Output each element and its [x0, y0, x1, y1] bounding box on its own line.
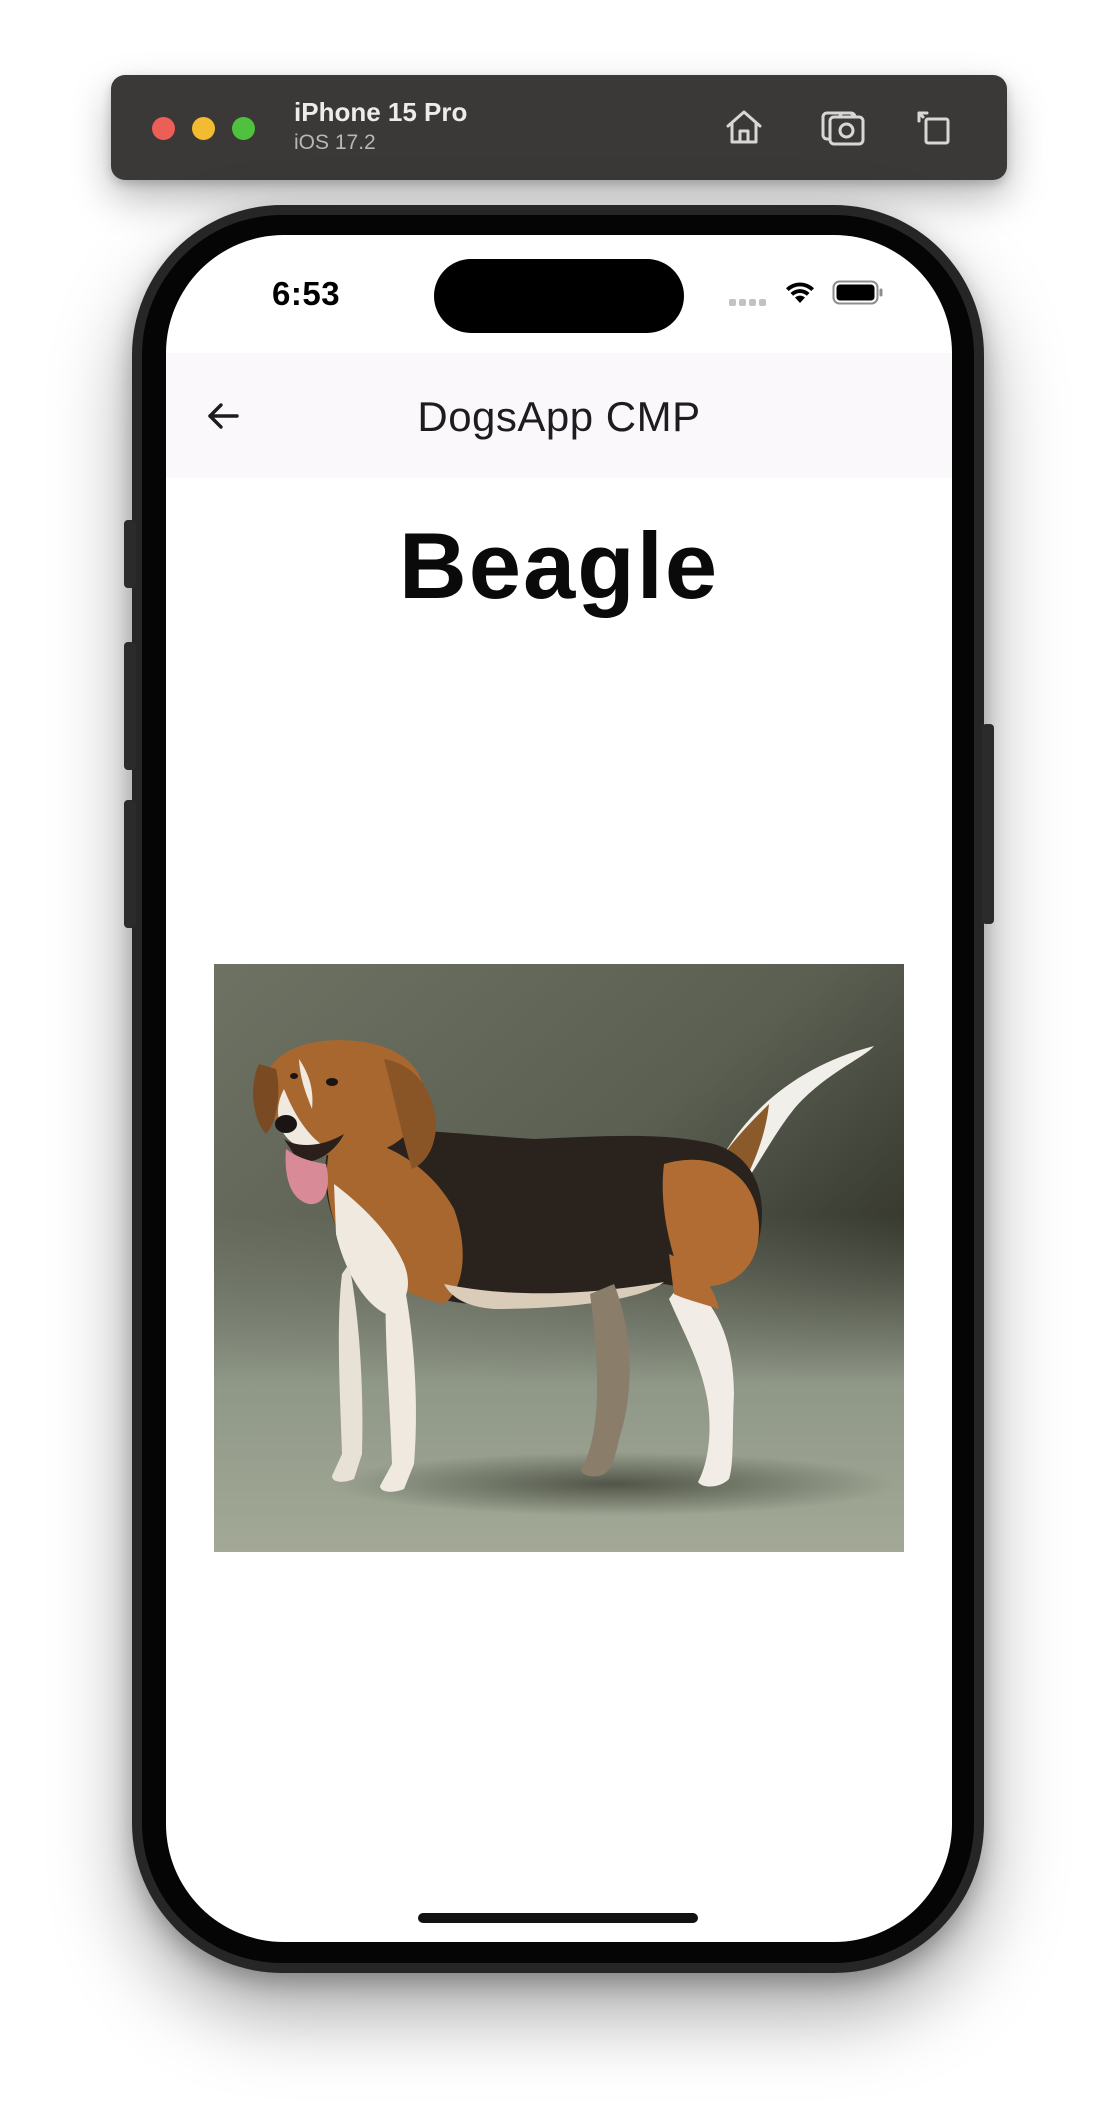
screenshot-icon[interactable]	[819, 103, 867, 151]
home-indicator[interactable]	[418, 1913, 698, 1923]
close-window-button[interactable]	[152, 117, 175, 140]
status-time: 6:53	[272, 275, 341, 312]
dog-photo	[214, 964, 904, 1552]
simulator-toolbar: iPhone 15 Pro iOS 17.2	[111, 75, 1007, 180]
dynamic-island	[434, 259, 684, 333]
device-name: iPhone 15 Pro	[294, 97, 468, 127]
action-button	[124, 520, 136, 588]
cellular-signal-icon	[729, 299, 769, 307]
device-screen: 6:53 DogsApp CMP Beagle	[166, 235, 952, 1942]
power-button	[982, 724, 994, 924]
wifi-icon	[784, 279, 816, 305]
breed-title: Beagle	[398, 513, 720, 618]
volume-down-button	[124, 800, 136, 928]
home-icon[interactable]	[720, 103, 768, 151]
app-title: DogsApp CMP	[417, 393, 701, 440]
minimize-window-button[interactable]	[192, 117, 215, 140]
volume-up-button	[124, 642, 136, 770]
rotate-icon[interactable]	[911, 103, 959, 151]
top-app-bar: DogsApp CMP	[166, 353, 952, 478]
battery-icon	[832, 280, 884, 305]
zoom-window-button[interactable]	[232, 117, 255, 140]
os-version: iOS 17.2	[294, 131, 376, 154]
